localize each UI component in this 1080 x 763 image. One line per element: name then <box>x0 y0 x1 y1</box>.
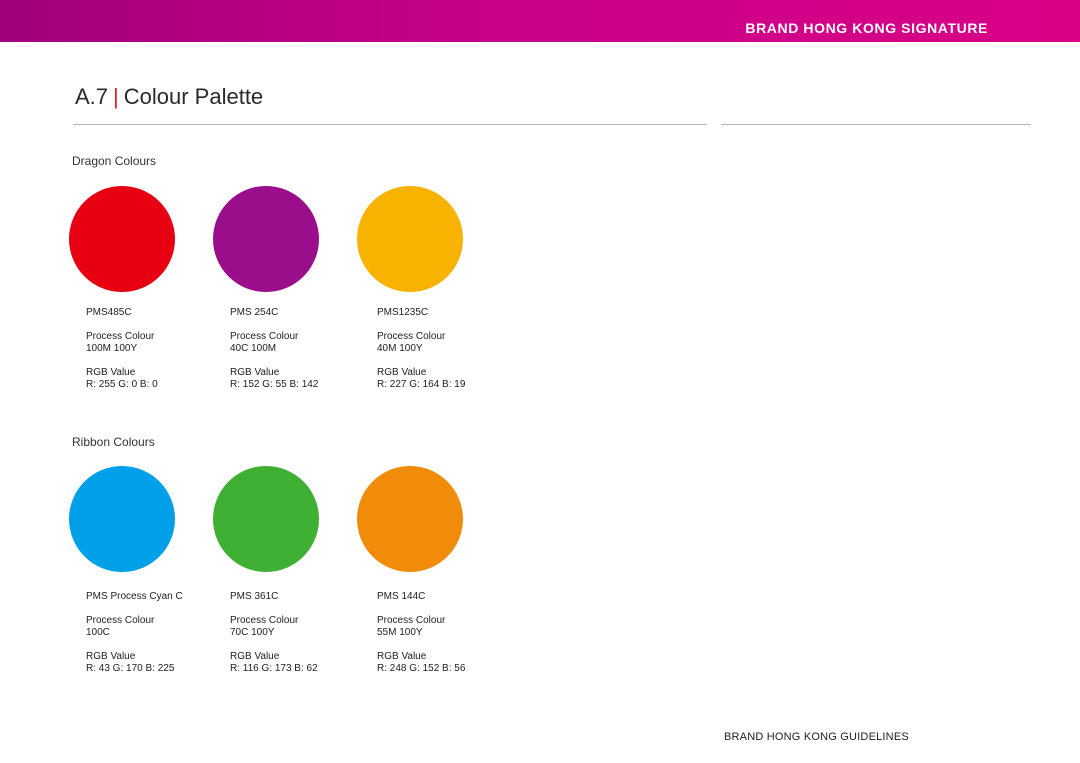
title-rule-left <box>73 124 707 125</box>
process-label: Process Colour <box>377 615 446 626</box>
process-value: 40C 100M <box>230 343 277 354</box>
process-label: Process Colour <box>377 331 446 342</box>
process-value: 70C 100Y <box>230 627 275 638</box>
pms-code: PMS 254C <box>230 307 279 318</box>
swatch-process-cyan <box>69 466 175 572</box>
colour-info: PMS 254C Process Colour 40C 100M RGB Val… <box>230 307 318 391</box>
process-value: 40M 100Y <box>377 343 423 354</box>
rgb-value: R: 43 G: 170 B: 225 <box>86 663 175 674</box>
process-value: 55M 100Y <box>377 627 423 638</box>
process-label: Process Colour <box>230 331 299 342</box>
process-value: 100M 100Y <box>86 343 138 354</box>
dragon-colours-title: Dragon Colours <box>72 154 157 168</box>
process-label: Process Colour <box>86 615 155 626</box>
swatch-pms361c <box>213 466 319 572</box>
colour-info: PMS 361C Process Colour 70C 100Y RGB Val… <box>230 591 318 675</box>
colour-info: PMS 144C Process Colour 55M 100Y RGB Val… <box>377 591 465 675</box>
pms-code: PMS Process Cyan C <box>86 591 183 602</box>
swatch-pms1235c <box>357 186 463 292</box>
title-rule-right <box>721 124 1031 125</box>
swatch-pms485c <box>69 186 175 292</box>
rgb-label: RGB Value <box>377 367 427 378</box>
process-label: Process Colour <box>230 615 299 626</box>
pms-code: PMS1235C <box>377 307 429 318</box>
colour-info: PMS1235C Process Colour 40M 100Y RGB Val… <box>377 307 465 391</box>
title-separator: | <box>113 84 119 109</box>
rgb-label: RGB Value <box>230 651 280 662</box>
page-title: A.7 | Colour Palette <box>75 84 263 110</box>
rgb-label: RGB Value <box>377 651 427 662</box>
pms-code: PMS485C <box>86 307 132 318</box>
rgb-label: RGB Value <box>86 367 136 378</box>
section-number: A.7 <box>75 84 109 109</box>
swatch-pms144c <box>357 466 463 572</box>
pms-code: PMS 144C <box>377 591 426 602</box>
header-brand-text: BRAND HONG KONG SIGNATURE <box>745 20 988 36</box>
process-value: 100C <box>86 627 110 638</box>
rgb-label: RGB Value <box>86 651 136 662</box>
swatch-pms254c <box>213 186 319 292</box>
rgb-value: R: 248 G: 152 B: 56 <box>377 663 466 674</box>
colour-info: PMS485C Process Colour 100M 100Y RGB Val… <box>86 307 158 391</box>
footer-text: BRAND HONG KONG GUIDELINES <box>724 731 909 743</box>
rgb-value: R: 227 G: 164 B: 19 <box>377 379 466 390</box>
rgb-label: RGB Value <box>230 367 280 378</box>
title-text: Colour Palette <box>123 84 264 109</box>
rgb-value: R: 116 G: 173 B: 62 <box>230 663 318 674</box>
process-label: Process Colour <box>86 331 155 342</box>
ribbon-colours-title: Ribbon Colours <box>72 435 155 449</box>
header-bar: BRAND HONG KONG SIGNATURE <box>0 0 1080 42</box>
rgb-value: R: 152 G: 55 B: 142 <box>230 379 319 390</box>
rgb-value: R: 255 G: 0 B: 0 <box>86 379 158 390</box>
colour-info: PMS Process Cyan C Process Colour 100C R… <box>86 591 183 675</box>
pms-code: PMS 361C <box>230 591 279 602</box>
